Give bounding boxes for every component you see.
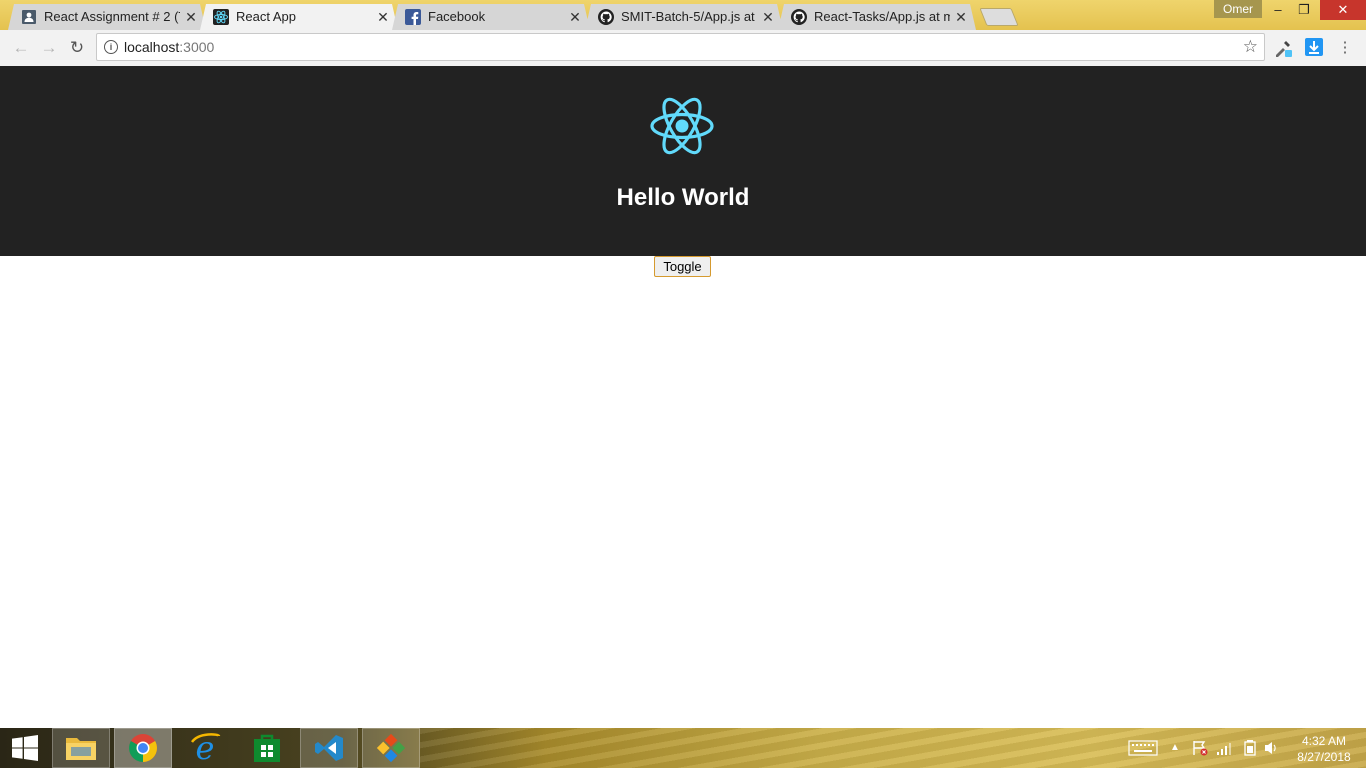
clock-date: 8/27/2018 [1297,750,1351,764]
tab-react-app[interactable]: React App ✕ [200,4,398,30]
profile-button[interactable]: Omer [1214,0,1262,18]
restore-button[interactable]: ❐ [1290,0,1318,20]
tab-close-icon[interactable]: ✕ [954,9,968,25]
menu-kebab-icon[interactable]: ⋮ [1335,38,1355,58]
url-port: :3000 [179,39,215,55]
network-signal-icon[interactable] [1216,740,1232,780]
github-icon [791,9,807,25]
file-explorer-icon[interactable] [52,728,110,768]
system-clock[interactable]: 4:32 AM 8/27/2018 [1290,733,1358,765]
tab-close-icon[interactable]: ✕ [761,9,775,25]
arrow-right-icon: → [40,38,58,57]
store-icon[interactable] [238,728,296,768]
tab-react-assignment[interactable]: React Assignment # 2 (Ti ✕ [8,4,206,30]
taskbar: e ▲ 4:32 AM 8/27/2018 [0,728,1366,768]
minimize-button[interactable]: – [1264,0,1292,20]
tab-close-icon[interactable]: ✕ [376,9,390,25]
tab-label: SMIT-Batch-5/App.js at m [621,9,757,24]
action-center-flag-icon[interactable] [1192,740,1208,780]
forward-button[interactable]: → [38,38,60,58]
keyboard-icon[interactable] [1128,740,1158,780]
url-text[interactable]: localhost:3000 [124,39,214,55]
back-button[interactable]: ← [10,38,32,58]
tab-label: React App [236,9,296,24]
document-icon [21,9,37,25]
facebook-icon [405,9,421,25]
eyedropper-extension-icon[interactable] [1273,38,1293,58]
clock-time: 4:32 AM [1301,734,1347,748]
git-icon[interactable] [362,728,420,768]
show-hidden-icons-chevron-icon[interactable]: ▲ [1170,742,1180,782]
vscode-icon[interactable] [300,728,358,768]
new-tab-button[interactable] [979,8,1019,26]
battery-icon[interactable] [1244,740,1256,780]
tab-react-tasks[interactable]: React-Tasks/App.js at ma ✕ [778,4,976,30]
download-extension-icon[interactable] [1304,38,1324,58]
arrow-left-icon: ← [12,38,30,57]
toggle-button[interactable]: Toggle [654,256,711,277]
close-window-button[interactable]: ✕ [1320,0,1366,20]
tab-close-icon[interactable]: ✕ [184,9,198,25]
tab-label: React Assignment # 2 (Ti [44,9,180,24]
volume-icon[interactable] [1264,740,1280,780]
browser-toolbar: ← → ↻ i localhost:3000 ☆ ⋮ [0,30,1366,67]
chrome-icon[interactable] [114,728,172,768]
bookmark-star-icon[interactable]: ☆ [1243,37,1258,57]
info-icon[interactable]: i [104,40,118,54]
react-logo-icon [650,97,714,155]
tab-facebook[interactable]: Facebook ✕ [392,4,590,30]
internet-explorer-icon[interactable]: e [176,728,234,768]
tab-smit-batch[interactable]: SMIT-Batch-5/App.js at m ✕ [585,4,783,30]
react-icon [213,9,229,25]
page-title: Hello World [616,184,750,211]
reload-button[interactable]: ↻ [66,38,88,58]
windows-logo-icon [12,735,38,761]
reload-icon: ↻ [69,38,85,57]
url-host: localhost [124,39,180,55]
address-bar[interactable]: i localhost:3000 ☆ [96,33,1265,61]
tab-label: React-Tasks/App.js at ma [814,9,950,24]
tab-close-icon[interactable]: ✕ [568,9,582,25]
github-icon [598,9,614,25]
tab-label: Facebook [428,9,486,24]
start-button[interactable] [0,728,50,768]
title-bar: React Assignment # 2 (Ti ✕ React App ✕ F… [0,0,1366,30]
